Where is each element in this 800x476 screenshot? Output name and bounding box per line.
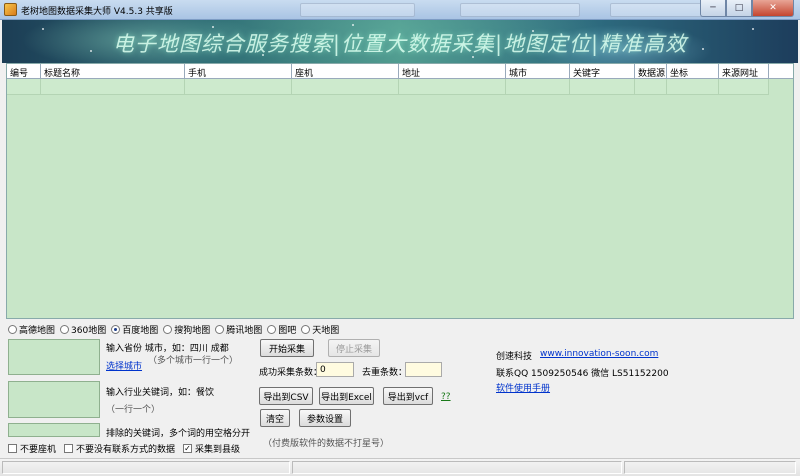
dedupe-count-label: 去重条数： bbox=[362, 368, 408, 378]
radio-indicator[interactable] bbox=[267, 325, 277, 334]
column-header-address[interactable]: 地址 bbox=[399, 64, 506, 79]
minimize-button[interactable]: ─ bbox=[700, 0, 726, 17]
column-header-mobile[interactable]: 手机 bbox=[185, 64, 292, 79]
keyword-label: 输入行业关键词，如：餐饮 bbox=[106, 388, 215, 398]
column-header-landline[interactable]: 座机 bbox=[292, 64, 399, 79]
checkbox-box[interactable] bbox=[64, 444, 74, 453]
window-controls: ─ □ ✕ bbox=[700, 0, 794, 17]
radio-tencentmap[interactable]: 腾讯地图 bbox=[215, 323, 262, 336]
status-bar bbox=[0, 458, 800, 476]
exclude-textarea[interactable] bbox=[8, 423, 100, 437]
radio-sogoumap[interactable]: 搜狗地图 bbox=[163, 323, 210, 336]
website-link[interactable]: www.innovation-soon.com bbox=[540, 349, 658, 359]
city-hint: （多个城市一行一个） bbox=[148, 356, 239, 366]
radio-indicator[interactable] bbox=[8, 325, 17, 334]
radio-amap[interactable]: 高德地图 bbox=[8, 323, 55, 336]
column-header-city[interactable]: 城市 bbox=[506, 64, 570, 79]
settings-button[interactable]: 参数设置 bbox=[299, 409, 351, 427]
stop-button[interactable]: 停止采集 bbox=[328, 339, 380, 357]
map-source-group: 高德地图 360地图 百度地图 搜狗地图 腾讯地图 图吧 天地图 bbox=[8, 323, 344, 336]
checkbox-label: 采集到县级 bbox=[195, 445, 241, 455]
column-header-keyword[interactable]: 关键字 bbox=[570, 64, 635, 79]
radio-label: 天地图 bbox=[312, 326, 340, 336]
checkbox-label: 不要没有联系方式的数据 bbox=[76, 445, 176, 455]
close-icon: ✕ bbox=[769, 3, 777, 13]
status-section bbox=[2, 461, 290, 474]
radio-baidumap[interactable]: 百度地图 bbox=[111, 323, 158, 336]
status-section bbox=[292, 461, 622, 474]
maximize-button[interactable]: □ bbox=[726, 0, 752, 17]
options-group: 不要座机 不要没有联系方式的数据 ✓ 采集到县级 bbox=[8, 442, 248, 455]
column-header-coords[interactable]: 坐标 bbox=[667, 64, 719, 79]
clear-button[interactable]: 清空 bbox=[260, 409, 290, 427]
maximize-icon: □ bbox=[734, 3, 744, 13]
banner-title: 电子地图综合服务搜索|位置大数据采集|地图定位|精准高效 bbox=[112, 32, 688, 56]
radio-indicator[interactable] bbox=[163, 325, 173, 334]
column-header-url[interactable]: 来源网址 bbox=[719, 64, 769, 79]
radio-indicator[interactable] bbox=[60, 325, 70, 334]
no-contact-checkbox[interactable]: 不要没有联系方式的数据 bbox=[64, 442, 175, 455]
radio-label: 360地图 bbox=[71, 326, 107, 336]
radio-label: 百度地图 bbox=[122, 326, 159, 336]
radio-indicator[interactable] bbox=[215, 325, 225, 334]
status-section bbox=[624, 461, 796, 474]
city-textarea[interactable] bbox=[8, 339, 100, 375]
keyword-hint: （一行一个） bbox=[106, 405, 161, 415]
checkbox-box[interactable] bbox=[8, 444, 17, 453]
county-level-checkbox[interactable]: ✓ 采集到县级 bbox=[183, 442, 240, 455]
results-grid[interactable]: 编号 标题名称 手机 座机 地址 城市 关键字 数据源 坐标 来源网址 bbox=[6, 63, 794, 319]
export-csv-button[interactable]: 导出到CSV bbox=[259, 387, 313, 405]
column-header-title[interactable]: 标题名称 bbox=[41, 64, 185, 79]
no-landline-checkbox[interactable]: 不要座机 bbox=[8, 442, 56, 455]
radio-label: 搜狗地图 bbox=[174, 326, 211, 336]
radio-label: 腾讯地图 bbox=[226, 326, 263, 336]
start-button[interactable]: 开始采集 bbox=[260, 339, 314, 357]
radio-tianditu[interactable]: 天地图 bbox=[301, 323, 339, 336]
background-tab-2[interactable] bbox=[460, 3, 580, 17]
radio-indicator[interactable] bbox=[301, 325, 311, 334]
radio-label: 图吧 bbox=[278, 326, 297, 336]
exclude-label: 排除的关键词，多个词的用空格分开 bbox=[106, 429, 251, 439]
window-title: 老树地图数据采集大师 V4.5.3 共享版 bbox=[21, 7, 173, 17]
minimize-icon: ─ bbox=[710, 3, 716, 13]
column-header-source[interactable]: 数据源 bbox=[635, 64, 667, 79]
banner: 电子地图综合服务搜索|位置大数据采集|地图定位|精准高效 bbox=[2, 20, 798, 63]
table-row[interactable] bbox=[7, 79, 793, 95]
dedupe-count-field bbox=[405, 362, 442, 377]
checkbox-box-checked[interactable]: ✓ bbox=[183, 444, 193, 453]
column-header-id[interactable]: 编号 bbox=[7, 64, 41, 79]
radio-mapbar[interactable]: 图吧 bbox=[267, 323, 296, 336]
checkbox-label: 不要座机 bbox=[20, 445, 57, 455]
paid-version-note: （付费版软件的数据不打星号） bbox=[263, 439, 390, 449]
radio-360map[interactable]: 360地图 bbox=[60, 323, 106, 336]
manual-link[interactable]: 软件使用手册 bbox=[496, 381, 550, 394]
title-bar: 老树地图数据采集大师 V4.5.3 共享版 ─ □ ✕ bbox=[0, 0, 800, 20]
export-vcf-button[interactable]: 导出到vcf bbox=[383, 387, 433, 405]
help-link[interactable]: ?? bbox=[441, 392, 451, 402]
export-excel-button[interactable]: 导出到Excel bbox=[319, 387, 374, 405]
close-button[interactable]: ✕ bbox=[752, 0, 794, 17]
success-count-field: 0 bbox=[316, 362, 354, 377]
keyword-textarea[interactable] bbox=[8, 381, 100, 418]
background-tab-1[interactable] bbox=[300, 3, 415, 17]
success-count-label: 成功采集条数： bbox=[259, 368, 323, 378]
tree-app-icon bbox=[4, 3, 17, 16]
radio-label: 高德地图 bbox=[19, 326, 56, 336]
grid-header: 编号 标题名称 手机 座机 地址 城市 关键字 数据源 坐标 来源网址 bbox=[7, 64, 793, 79]
company-name: 创速科技 bbox=[496, 352, 533, 362]
select-city-link[interactable]: 选择城市 bbox=[106, 359, 142, 372]
radio-indicator-selected[interactable] bbox=[111, 325, 121, 334]
contact-info: 联系QQ 1509250546 微信 LS51152200 bbox=[496, 369, 669, 379]
